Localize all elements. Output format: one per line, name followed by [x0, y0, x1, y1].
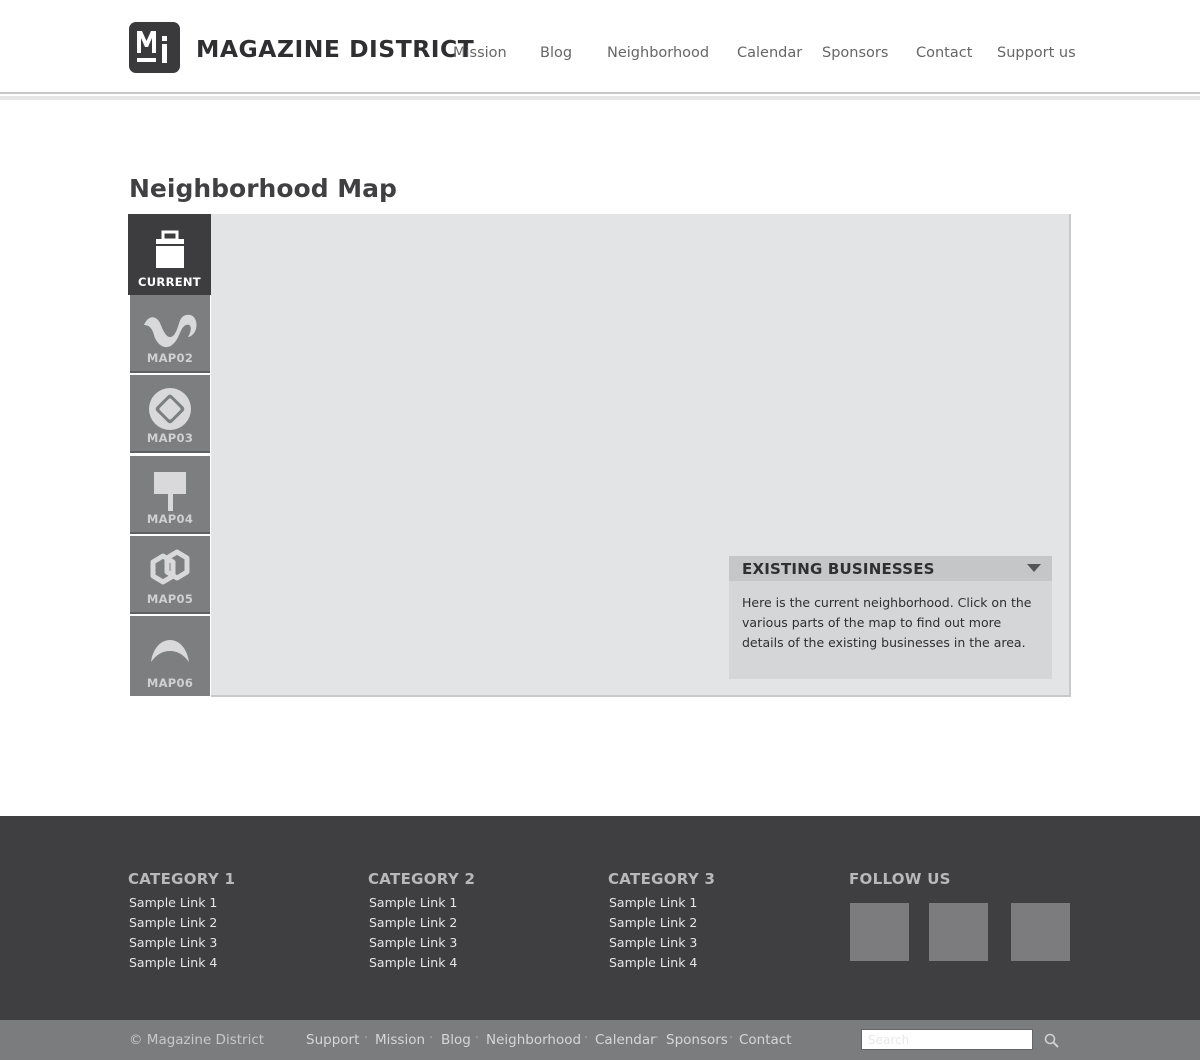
bottom-link-neighborhood[interactable]: Neighborhood	[486, 1032, 581, 1048]
footer-link[interactable]: Sample Link 1	[369, 893, 475, 913]
map-tab-label: CURRENT	[138, 275, 201, 289]
info-panel-text: Here is the current neighborhood. Click …	[742, 595, 1032, 650]
footer-column-heading: CATEGORY 2	[368, 870, 476, 888]
bottom-link-blog[interactable]: Blog	[441, 1032, 471, 1048]
bottom-link-mission[interactable]: Mission	[375, 1032, 425, 1048]
nav-contact[interactable]: Contact	[916, 45, 972, 65]
separator: ·	[729, 1031, 734, 1046]
chevron-down-icon[interactable]	[1027, 564, 1041, 572]
separator: ·	[584, 1031, 589, 1046]
map-tab-map02[interactable]: MAP02	[130, 295, 210, 373]
separator: ·	[364, 1031, 369, 1046]
nav-sponsors[interactable]: Sponsors	[822, 45, 888, 65]
footer-column-3: CATEGORY 3 Sample Link 1 Sample Link 2 S…	[608, 870, 715, 973]
site-header: MAGAZINE DISTRICT Mission Blog Neighborh…	[0, 0, 1200, 94]
map-tab-map06[interactable]: MAP06	[130, 616, 210, 696]
nav-neighborhood[interactable]: Neighborhood	[607, 45, 709, 65]
copyright-text: © Magazine District	[129, 1032, 265, 1048]
bottom-link-contact[interactable]: Contact	[739, 1032, 792, 1048]
social-icon-3[interactable]	[1011, 903, 1070, 961]
bottom-link-support[interactable]: Support	[306, 1032, 359, 1048]
map-tab-list: CURRENT MAP02 MAP03 MAP04 MAP05 MAP06	[128, 214, 211, 696]
footer-column-heading: CATEGORY 3	[608, 870, 716, 888]
footer-bottom-bar: © Magazine District Support · Mission · …	[0, 1020, 1200, 1060]
footer-column-2: CATEGORY 2 Sample Link 1 Sample Link 2 S…	[368, 870, 475, 973]
search-icon[interactable]	[1043, 1032, 1061, 1050]
bottom-link-sponsors[interactable]: Sponsors	[666, 1032, 728, 1048]
footer-link[interactable]: Sample Link 4	[369, 953, 475, 973]
info-panel-title: EXISTING BUSINESSES	[742, 560, 935, 578]
footer-link[interactable]: Sample Link 1	[129, 893, 235, 913]
footer-link[interactable]: Sample Link 4	[129, 953, 235, 973]
hexagon-link-icon	[130, 546, 210, 591]
separator: ·	[655, 1031, 660, 1046]
map-tab-label: MAP05	[146, 592, 194, 606]
map-tab-current[interactable]: CURRENT	[128, 214, 211, 295]
separator: ·	[475, 1031, 480, 1046]
map-tab-label: MAP06	[146, 676, 194, 690]
nav-support-us[interactable]: Support us	[997, 45, 1076, 65]
arch-icon	[130, 626, 210, 671]
info-panel: EXISTING BUSINESSES Here is the current …	[729, 556, 1052, 679]
footer-link[interactable]: Sample Link 2	[609, 913, 715, 933]
signpost-icon	[130, 466, 210, 511]
map-tab-map04[interactable]: MAP04	[130, 456, 210, 534]
footer-link[interactable]: Sample Link 3	[129, 933, 235, 953]
separator: ·	[429, 1031, 434, 1046]
site-footer: CATEGORY 1 Sample Link 1 Sample Link 2 S…	[0, 816, 1200, 1020]
logo-icon[interactable]	[129, 22, 180, 73]
social-icon-1[interactable]	[850, 903, 909, 961]
nav-blog[interactable]: Blog	[540, 45, 572, 65]
footer-column-1: CATEGORY 1 Sample Link 1 Sample Link 2 S…	[128, 870, 235, 973]
footer-follow-us: FOLLOW US	[849, 870, 951, 893]
map-tab-map03[interactable]: MAP03	[130, 375, 210, 453]
footer-link[interactable]: Sample Link 2	[369, 913, 475, 933]
header-divider	[0, 96, 1200, 100]
briefcase-icon	[128, 224, 211, 269]
map-tab-label: MAP03	[146, 431, 194, 445]
footer-link[interactable]: Sample Link 1	[609, 893, 715, 913]
map-tab-map05[interactable]: MAP05	[130, 536, 210, 614]
nav-calendar[interactable]: Calendar	[737, 45, 802, 65]
map-tab-label: MAP02	[146, 351, 194, 365]
info-panel-header[interactable]: EXISTING BUSINESSES	[729, 556, 1052, 581]
nav-mission[interactable]: Mission	[453, 45, 507, 65]
search-input[interactable]	[861, 1029, 1033, 1050]
footer-link[interactable]: Sample Link 3	[609, 933, 715, 953]
wave-icon	[130, 305, 210, 350]
social-icon-2[interactable]	[929, 903, 988, 961]
map-tab-label: MAP04	[146, 512, 194, 526]
footer-column-heading: CATEGORY 1	[128, 870, 236, 888]
footer-link[interactable]: Sample Link 2	[129, 913, 235, 933]
footer-follow-heading: FOLLOW US	[849, 870, 951, 888]
diamond-circle-icon	[130, 385, 210, 430]
footer-link[interactable]: Sample Link 4	[609, 953, 715, 973]
page-title: Neighborhood Map	[129, 174, 397, 203]
footer-link[interactable]: Sample Link 3	[369, 933, 475, 953]
brand-name[interactable]: MAGAZINE DISTRICT	[196, 37, 474, 63]
bottom-link-calendar[interactable]: Calendar	[595, 1032, 656, 1048]
